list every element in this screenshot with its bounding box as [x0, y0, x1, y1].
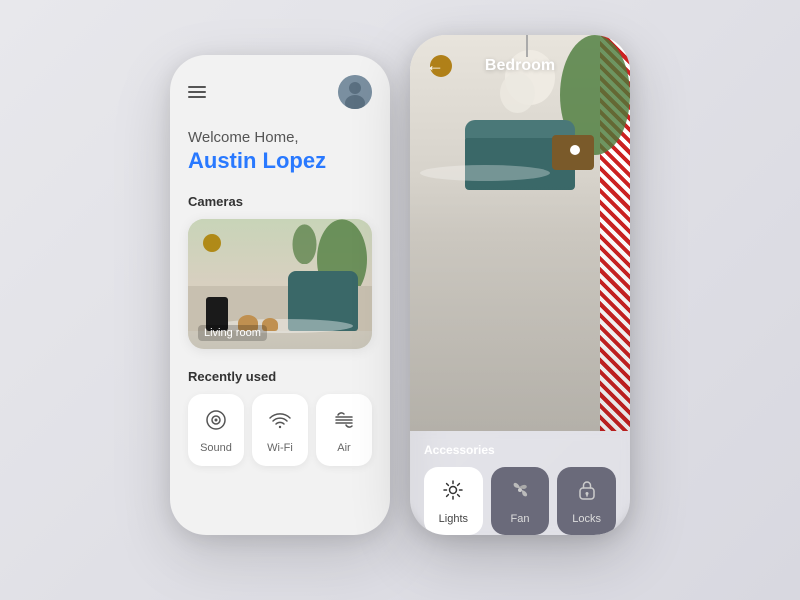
lights-icon [442, 479, 464, 505]
accessories-panel: Accessories [410, 431, 630, 535]
bedroom-view: ← Bedroom [410, 35, 630, 431]
accessories-grid: Lights Fan [424, 467, 616, 535]
camera-room-label: Living room [198, 325, 267, 341]
room-name-label: Bedroom [485, 57, 555, 75]
air-icon [330, 406, 358, 434]
sound-label: Sound [200, 442, 232, 454]
device-card-air[interactable]: Air [316, 394, 372, 466]
sound-icon [202, 406, 230, 434]
recently-used-grid: Sound Wi-Fi [188, 394, 372, 466]
accessory-fan[interactable]: Fan [491, 467, 550, 535]
locks-icon [577, 479, 597, 505]
left-header [188, 75, 372, 109]
bedroom-scene [410, 35, 630, 431]
floor-shadow [410, 175, 630, 431]
device-card-wifi[interactable]: Wi-Fi [252, 394, 308, 466]
air-label: Air [337, 442, 350, 454]
dot-indicator [570, 145, 580, 155]
lamp-cord [526, 35, 528, 57]
phone-right: ← Bedroom Accessories [410, 35, 630, 535]
phone-left: Welcome Home, Austin Lopez Cameras [170, 55, 390, 535]
cameras-card[interactable]: Living room [188, 219, 372, 349]
menu-button[interactable] [188, 86, 206, 98]
user-name: Austin Lopez [188, 148, 372, 174]
lamp-2 [500, 73, 535, 113]
wifi-label: Wi-Fi [267, 442, 293, 454]
back-button[interactable]: ← [426, 55, 444, 76]
fan-icon [509, 479, 531, 505]
wifi-icon [266, 406, 294, 434]
welcome-section: Welcome Home, Austin Lopez [188, 129, 372, 174]
locks-label: Locks [572, 513, 601, 525]
accessory-lights[interactable]: Lights [424, 467, 483, 535]
cameras-section-title: Cameras [188, 194, 372, 209]
accessory-locks[interactable]: Locks [557, 467, 616, 535]
recently-used-title: Recently used [188, 369, 372, 384]
device-card-sound[interactable]: Sound [188, 394, 244, 466]
greeting-text: Welcome Home, [188, 129, 372, 146]
lights-label: Lights [439, 513, 468, 525]
fan-label: Fan [511, 513, 530, 525]
phones-container: Welcome Home, Austin Lopez Cameras [170, 35, 630, 565]
accessories-title: Accessories [424, 443, 616, 457]
avatar[interactable] [338, 75, 372, 109]
